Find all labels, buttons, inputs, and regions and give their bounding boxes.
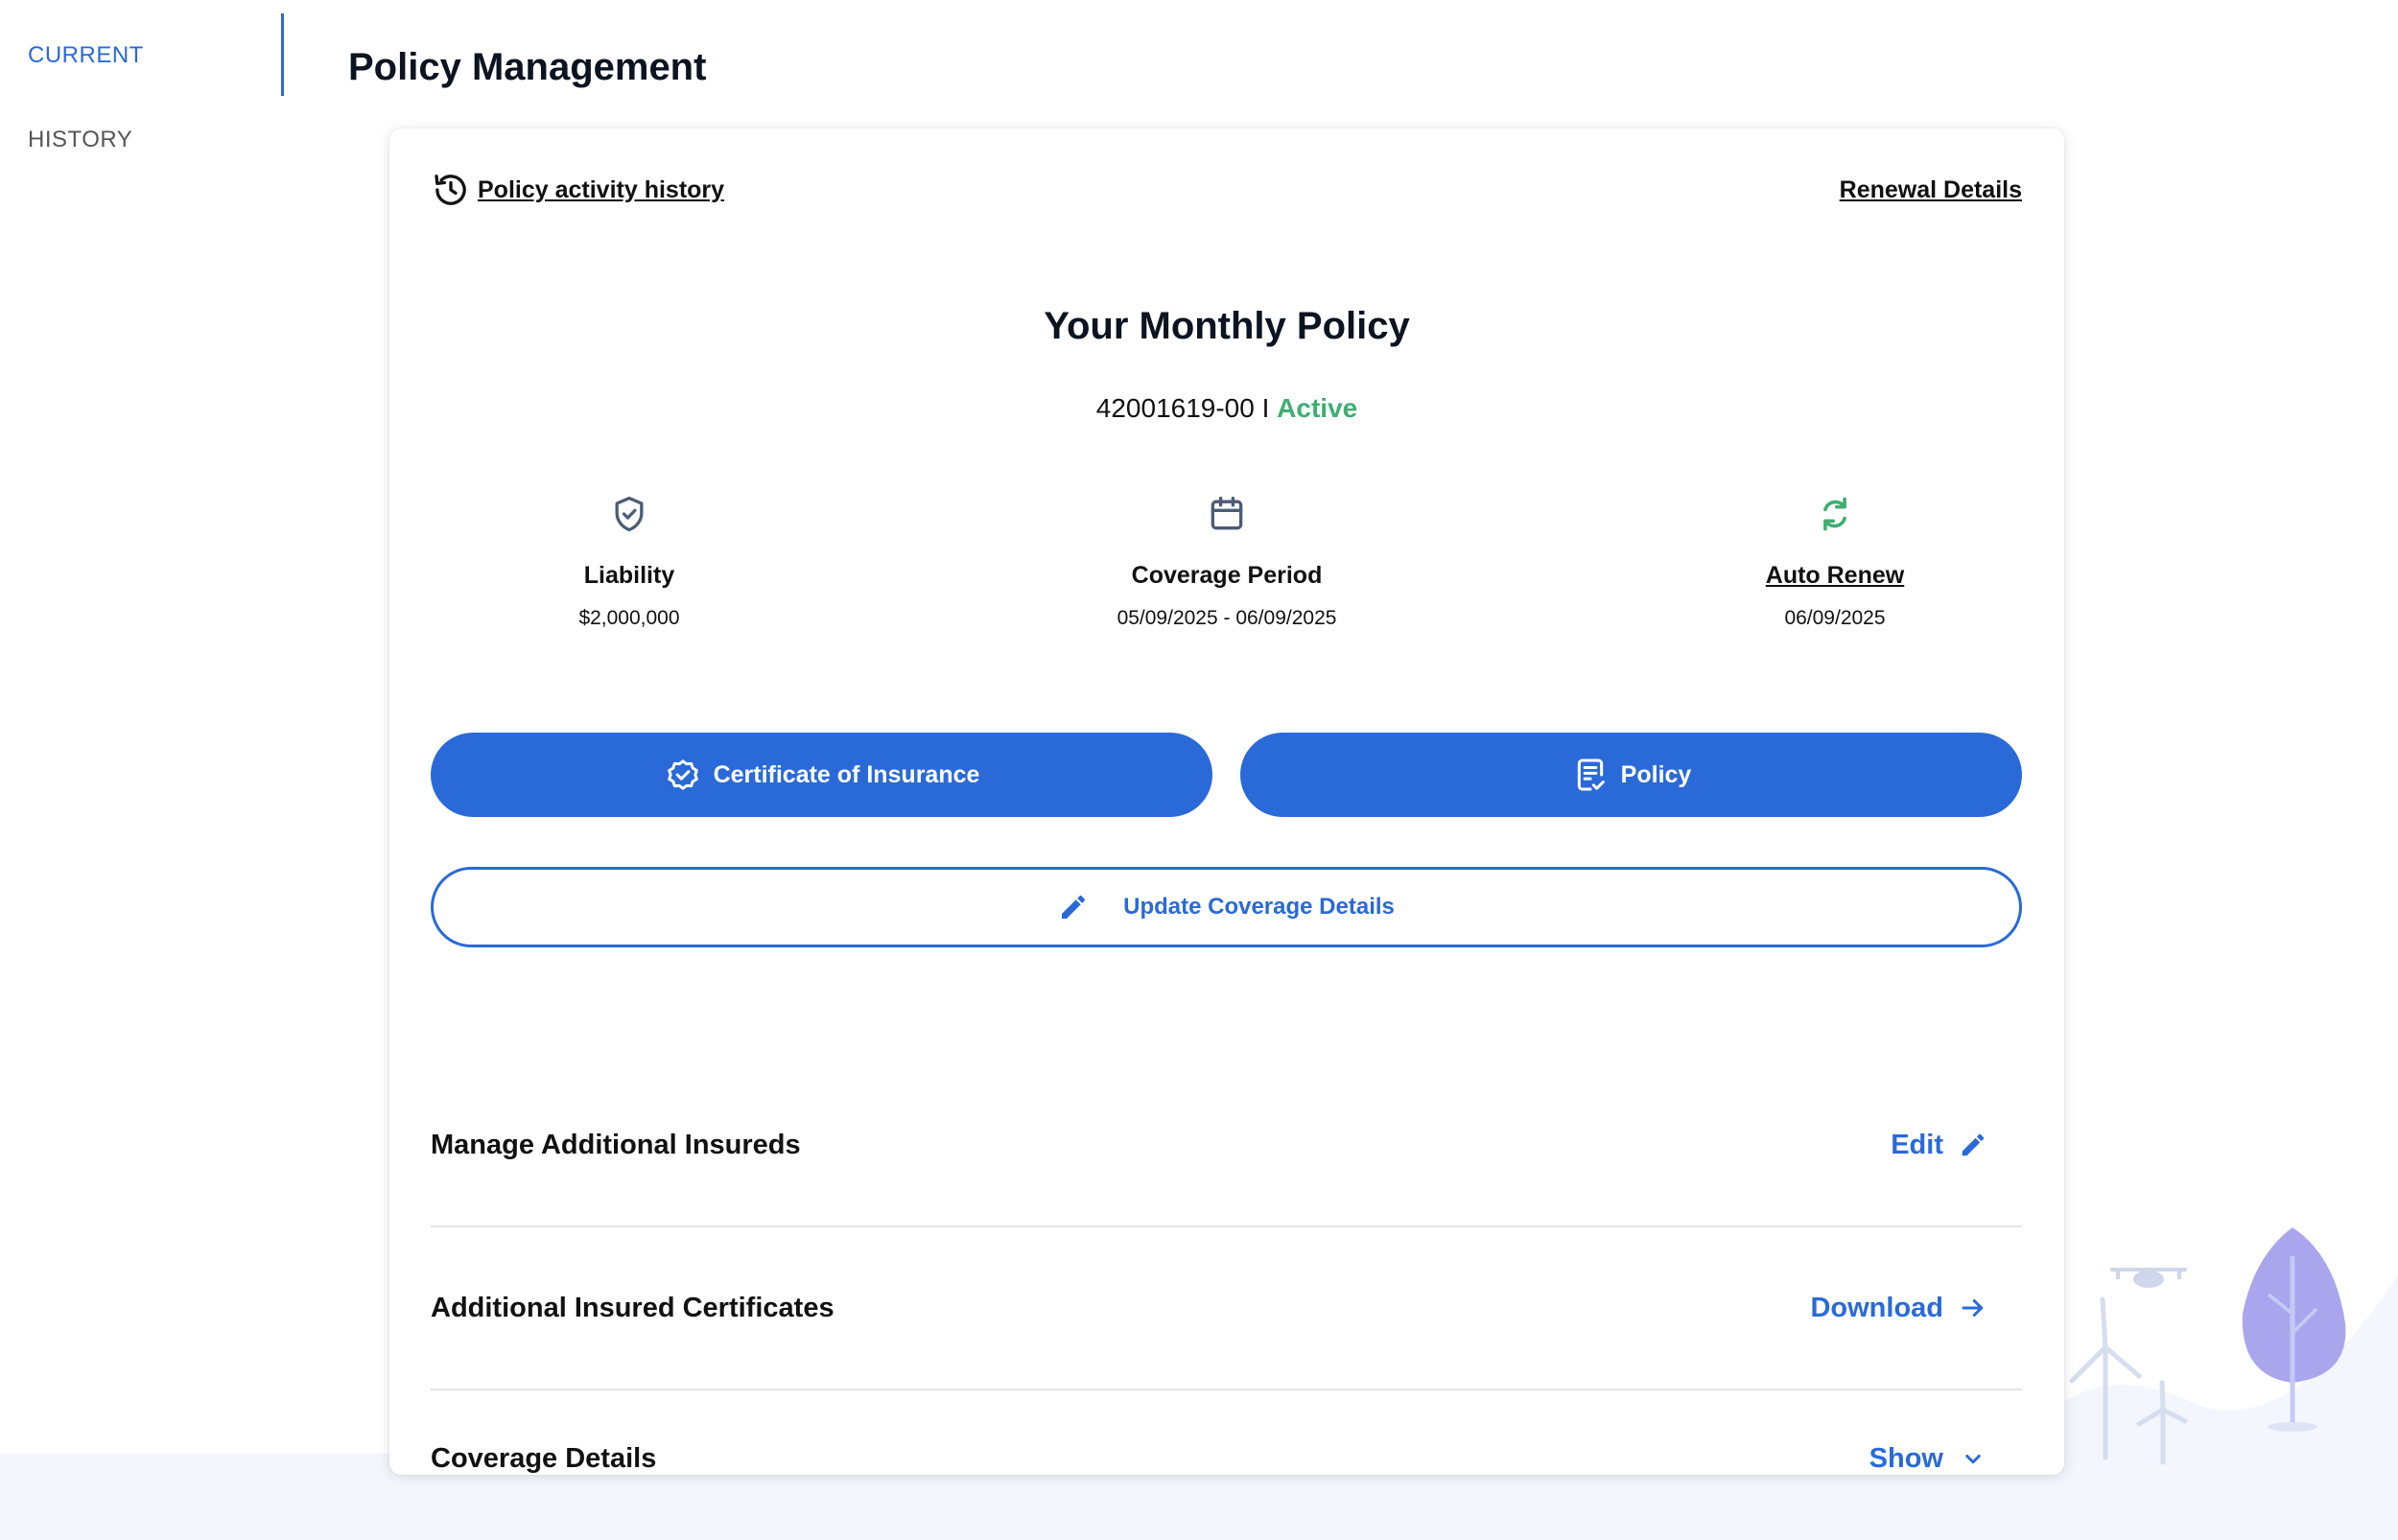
- update-coverage-details-button[interactable]: Update Coverage Details: [431, 867, 2022, 947]
- liability-label: Liability: [583, 562, 675, 589]
- page-title: Policy Management: [348, 46, 707, 88]
- chevron-down-icon: [1965, 1455, 1981, 1464]
- renewal-details-link[interactable]: Renewal Details: [1840, 176, 2022, 204]
- coverage-details-title: Coverage Details: [431, 1442, 657, 1474]
- additional-insured-certificates-title: Additional Insured Certificates: [431, 1292, 835, 1323]
- liability-value: $2,000,000: [578, 607, 680, 629]
- download-label: Download: [1810, 1292, 1943, 1323]
- edit-label: Edit: [1891, 1129, 1943, 1160]
- policy-separator: I: [1261, 393, 1270, 423]
- pencil-icon: [1062, 896, 1086, 919]
- policy-button-label: Policy: [1620, 760, 1692, 788]
- coverage-period-label: Coverage Period: [1131, 562, 1323, 589]
- edit-additional-insureds-button[interactable]: Edit: [1891, 1130, 1987, 1161]
- policy-number: 42001619-00: [1095, 393, 1255, 423]
- policy-button[interactable]: Policy: [1240, 733, 2022, 817]
- additional-insured-certificates-row: Additional Insured Certificates Download: [431, 1227, 2022, 1390]
- landscape-illustration-icon: [2043, 1227, 2398, 1540]
- certificate-of-insurance-label: Certificate of Insurance: [713, 760, 980, 788]
- document-check-icon: [1577, 758, 1605, 791]
- show-label: Show: [1869, 1442, 1943, 1474]
- manage-additional-insureds-row: Manage Additional Insureds Edit: [431, 1064, 2022, 1227]
- policy-number-line: 42001619-00 I Active: [389, 393, 2064, 424]
- stat-liability: Liability $2,000,000: [389, 493, 869, 630]
- policy-card: Policy activity history Renewal Details …: [389, 128, 2064, 1475]
- shield-check-icon: [615, 496, 644, 532]
- stat-auto-renew: Auto Renew 06/09/2025: [1595, 493, 2075, 630]
- policy-heading: Your Monthly Policy: [1044, 305, 1410, 347]
- history-icon: [435, 175, 466, 205]
- stat-coverage-period: Coverage Period 05/09/2025 - 06/09/2025: [987, 493, 1467, 630]
- coverage-details-row: Coverage Details Show: [431, 1390, 2022, 1540]
- arrow-right-icon: [1962, 1299, 1984, 1317]
- status-badge: Active: [1277, 393, 1358, 423]
- policy-activity-history-link[interactable]: Policy activity history: [432, 171, 724, 209]
- download-certificates-button[interactable]: Download: [1810, 1293, 1987, 1324]
- show-coverage-details-button[interactable]: Show: [1869, 1443, 1987, 1475]
- calendar-icon: [1211, 496, 1243, 530]
- refresh-icon: [1823, 497, 1846, 531]
- update-coverage-details-label: Update Coverage Details: [1123, 894, 1395, 920]
- auto-renew-date: 06/09/2025: [1784, 607, 1886, 629]
- auto-renew-link[interactable]: Auto Renew: [1595, 562, 2075, 590]
- nav-item-history[interactable]: HISTORY: [28, 127, 132, 153]
- side-navigation: CURRENT HISTORY: [0, 13, 284, 152]
- nav-item-current[interactable]: CURRENT: [28, 42, 144, 69]
- policy-activity-history-label: Policy activity history: [478, 175, 725, 203]
- pencil-icon: [1962, 1133, 1985, 1156]
- manage-additional-insureds-title: Manage Additional Insureds: [431, 1129, 801, 1160]
- coverage-period-value: 05/09/2025 - 06/09/2025: [1117, 607, 1337, 629]
- certificate-of-insurance-button[interactable]: Certificate of Insurance: [431, 733, 1212, 817]
- badge-check-icon: [667, 759, 698, 790]
